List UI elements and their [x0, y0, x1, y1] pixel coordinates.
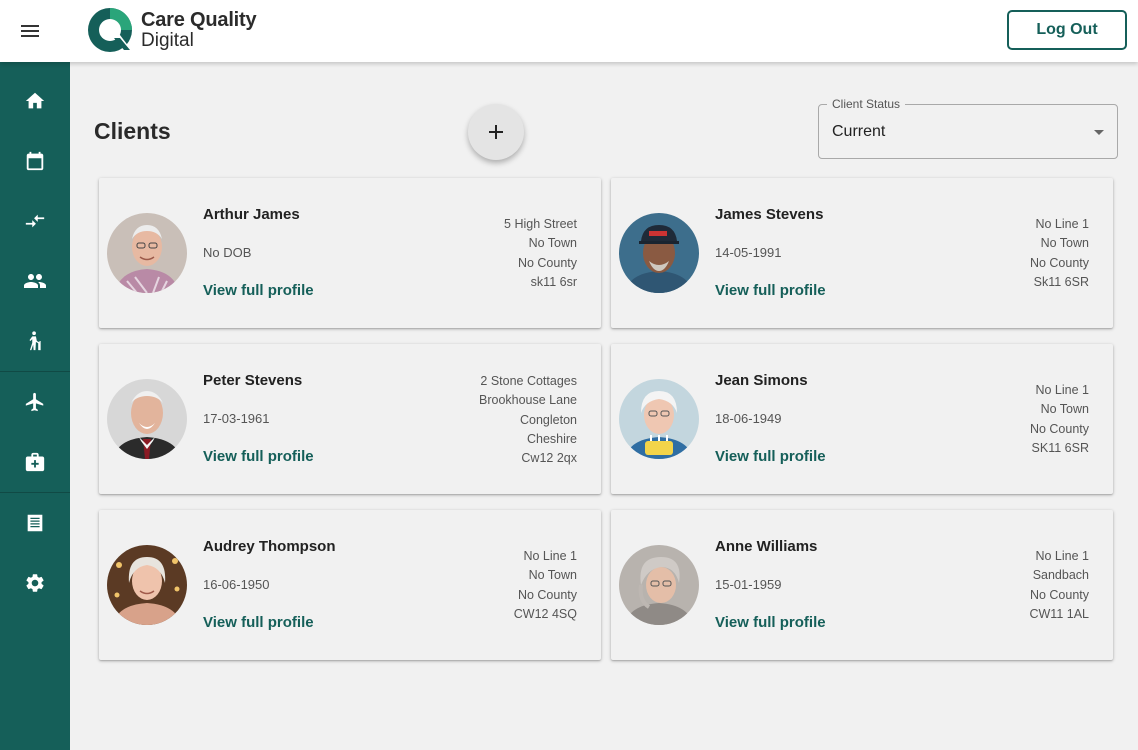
client-dob: 18-06-1949	[715, 411, 782, 426]
view-profile-link[interactable]: View full profile	[715, 448, 826, 465]
client-status-select[interactable]: Client Status Current	[818, 97, 1118, 159]
address-line: SK11 6SR	[1031, 440, 1089, 455]
client-avatar	[619, 379, 699, 459]
client-dob: 16-06-1950	[203, 577, 270, 592]
view-profile-link[interactable]: View full profile	[715, 614, 826, 631]
address-line: Sk11 6SR	[1033, 274, 1089, 289]
logo-mark-icon	[88, 8, 132, 52]
logout-button[interactable]: Log Out	[1007, 10, 1127, 50]
address-line: CW12 4SQ	[513, 606, 577, 621]
address-line: Congleton	[520, 412, 577, 427]
people-icon[interactable]	[0, 251, 70, 311]
client-status-value: Current	[832, 123, 886, 140]
address-line: No County	[1029, 255, 1089, 270]
client-name: Peter Stevens	[203, 372, 303, 389]
address-line: No County	[1029, 421, 1089, 436]
address-line: No Town	[528, 236, 577, 251]
client-card: Peter Stevens 17-03-1961 View full profi…	[99, 344, 601, 494]
client-avatar	[107, 213, 187, 293]
client-name: James Stevens	[715, 206, 824, 223]
client-avatar	[107, 379, 187, 459]
client-avatar	[107, 545, 187, 625]
sidebar	[0, 62, 70, 750]
address-line: No Line 1	[1035, 217, 1089, 231]
care-quality-digital-logo[interactable]: Care Quality Digital	[86, 5, 257, 55]
swap-arrows-icon[interactable]	[0, 191, 70, 251]
add-client-button[interactable]	[468, 104, 524, 160]
calendar-icon[interactable]	[0, 131, 70, 191]
client-address: No Line 1 No Town No County SK11 6SR	[1030, 381, 1089, 458]
top-app-bar: Care Quality Digital Log Out	[0, 0, 1138, 62]
address-line: 2 Stone Cottages	[480, 374, 577, 388]
address-line: No Town	[528, 568, 577, 583]
client-name: Anne Williams	[715, 538, 818, 555]
notes-icon[interactable]	[0, 493, 70, 553]
client-name: Arthur James	[203, 206, 300, 223]
client-name: Audrey Thompson	[203, 538, 336, 555]
view-profile-link[interactable]: View full profile	[203, 448, 314, 465]
client-dob: 14-05-1991	[715, 245, 782, 260]
address-line: No County	[517, 587, 577, 602]
client-address: No Line 1 Sandbach No County CW11 1AL	[1029, 547, 1089, 624]
address-line: sk11 6sr	[530, 274, 577, 289]
client-dob: 15-01-1959	[715, 577, 782, 592]
address-line: No Town	[1040, 236, 1089, 251]
address-line: 5 High Street	[504, 217, 577, 231]
client-card: Jean Simons 18-06-1949 View full profile…	[611, 344, 1113, 494]
address-line: CW11 1AL	[1029, 606, 1089, 621]
address-line: Cw12 2qx	[521, 451, 577, 466]
client-avatar	[619, 545, 699, 625]
client-address: 5 High Street No Town No County sk11 6sr	[504, 215, 577, 292]
client-card: Arthur James No DOB View full profile 5 …	[99, 178, 601, 328]
address-line: No County	[1029, 587, 1089, 602]
client-address: No Line 1 No Town No County Sk11 6SR	[1030, 215, 1089, 292]
client-dob: No DOB	[203, 245, 252, 260]
airplane-icon[interactable]	[0, 372, 70, 432]
client-card: Anne Williams 15-01-1959 View full profi…	[611, 510, 1113, 660]
address-line: Cheshire	[526, 431, 577, 446]
logo-text-secondary: Digital	[141, 30, 194, 51]
client-name: Jean Simons	[715, 372, 808, 389]
medical-bag-icon[interactable]	[0, 432, 70, 492]
address-line: No Line 1	[523, 549, 577, 563]
view-profile-link[interactable]: View full profile	[203, 614, 314, 631]
view-profile-link[interactable]: View full profile	[203, 282, 314, 299]
page-title: Clients	[94, 118, 171, 144]
client-avatar	[619, 213, 699, 293]
plus-icon	[489, 125, 503, 139]
client-address: No Line 1 No Town No County CW12 4SQ	[514, 547, 577, 624]
logo-text-primary: Care Quality	[141, 9, 257, 31]
client-status-label: Client Status	[827, 97, 906, 111]
address-line: No Line 1	[1035, 549, 1089, 563]
address-line: No County	[517, 255, 577, 270]
gear-icon[interactable]	[0, 553, 70, 613]
client-card: James Stevens 14-05-1991 View full profi…	[611, 178, 1113, 328]
client-dob: 17-03-1961	[203, 411, 270, 426]
address-line: No Line 1	[1035, 383, 1089, 397]
view-profile-link[interactable]: View full profile	[715, 282, 826, 299]
home-icon[interactable]	[0, 71, 70, 131]
elderly-person-icon[interactable]	[0, 311, 70, 371]
address-line: No Town	[1040, 402, 1089, 417]
client-address: 2 Stone Cottages Brookhouse Lane Conglet…	[479, 372, 577, 468]
client-card: Audrey Thompson 16-06-1950 View full pro…	[99, 510, 601, 660]
dropdown-arrow-icon	[1094, 130, 1104, 135]
address-line: Brookhouse Lane	[479, 393, 577, 408]
address-line: Sandbach	[1032, 568, 1089, 583]
hamburger-menu-icon[interactable]	[14, 15, 46, 47]
